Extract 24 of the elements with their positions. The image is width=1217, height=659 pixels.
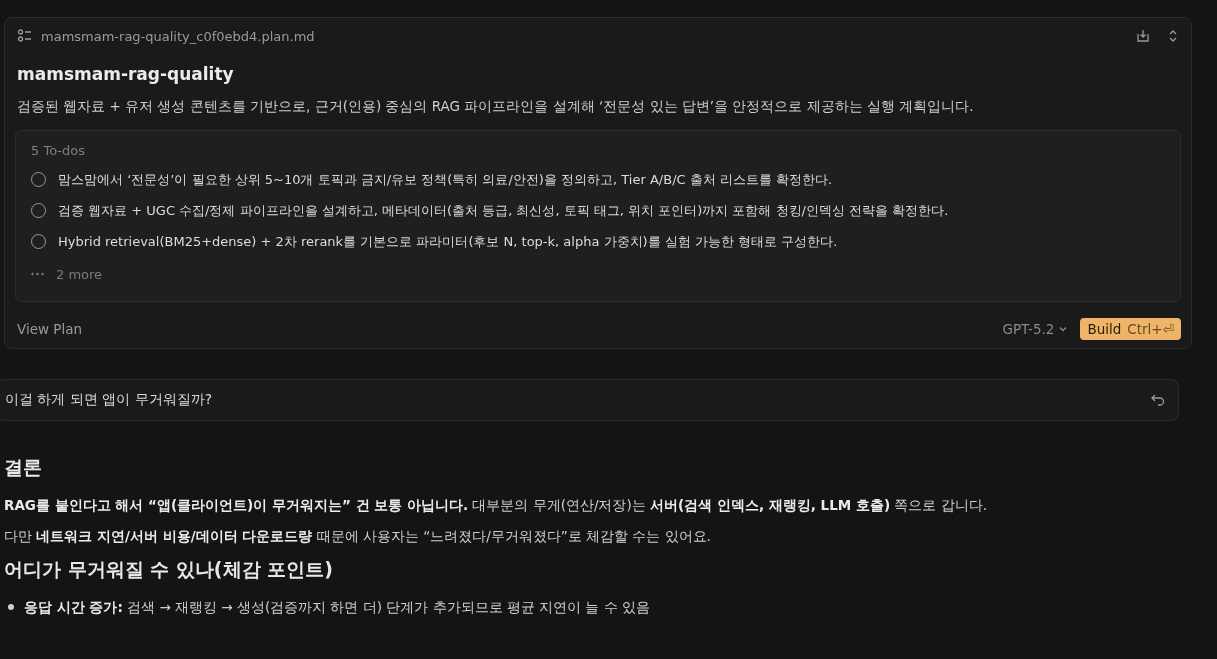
more-todos[interactable]: 2 more (56, 266, 103, 282)
todo-text: 검증 웹자료 + UGC 수집/정제 파이프라인을 설계하고, 메타데이터(출처 등급, 최신성, 토픽 태그, 위치 포인터)까지 포함해 청킹/인덱싱 전략을 확정한다. (58, 201, 949, 220)
list-icon (17, 28, 33, 44)
todo-text: 맘스맘에서 ‘전문성’이 필요한 상위 5~10개 토픽과 금지/유보 정책(특히 의료/안전)을 정의하고, Tier A/B/C 출처 리스트를 확정한다. (58, 170, 833, 189)
view-plan-link[interactable]: View Plan (17, 321, 83, 337)
user-message[interactable]: 이걸 하게 되면 앱이 무거워질까? (0, 379, 1179, 421)
plan-filename: mamsmam-rag-quality_c0f0ebd4.plan.md (41, 28, 316, 44)
chevron-down-icon (1058, 324, 1069, 334)
answer-paragraph: 다만 네트워크 지연/서버 비용/데이터 다운로드량 때문에 사용자는 “느려졌다/무거워졌다”로 체감할 수는 있어요. (4, 527, 712, 546)
todo-text: Hybrid retrieval(BM25+dense) + 2차 rerank를 기본으로 파라미터(후보 N, top-k, alpha 가중치)를 실험 가능한 형태로 구성한다. (58, 232, 838, 251)
undo-icon[interactable] (1150, 392, 1166, 408)
model-selector[interactable]: GPT-5.2 (1002, 321, 1069, 337)
ellipsis-icon (31, 272, 44, 276)
build-button[interactable]: Build Ctrl+⏎ (1080, 318, 1181, 340)
answer-heading: 어디가 무거워질 수 있나(체감 포인트) (4, 557, 334, 582)
plan-summary: 검증된 웹자료 + 유저 생성 콘텐츠를 기반으로, 근거(인용) 중심의 RAG 파이프라인을 설계해 ‘전문성 있는 답변’을 안정적으로 제공하는 실행 계획입니다. (16, 98, 975, 116)
user-message-text: 이걸 하게 되면 앱이 무거워질까? (5, 391, 214, 409)
todo-heading: 5 To-dos (31, 143, 86, 158)
answer-paragraph: RAG를 붙인다고 해서 “앱(클라이언트)이 무거워지는” 건 보통 아닙니다. 대부분의 무게(연산/저장)는 서버(검색 인덱스, 재랭킹, LLM 호출) 쪽으로 갑니다. (4, 496, 988, 515)
bullet-text: 응답 시간 증가: 검색 → 재랭킹 → 생성(검증까지 하면 더) 단계가 추가되므로 평균 지연이 늘 수 있음 (24, 598, 651, 617)
plan-title: mamsmam-rag-quality (16, 64, 235, 84)
answer-heading: 결론 (4, 455, 43, 480)
bullet-icon (8, 604, 14, 610)
download-icon[interactable] (1135, 28, 1151, 44)
